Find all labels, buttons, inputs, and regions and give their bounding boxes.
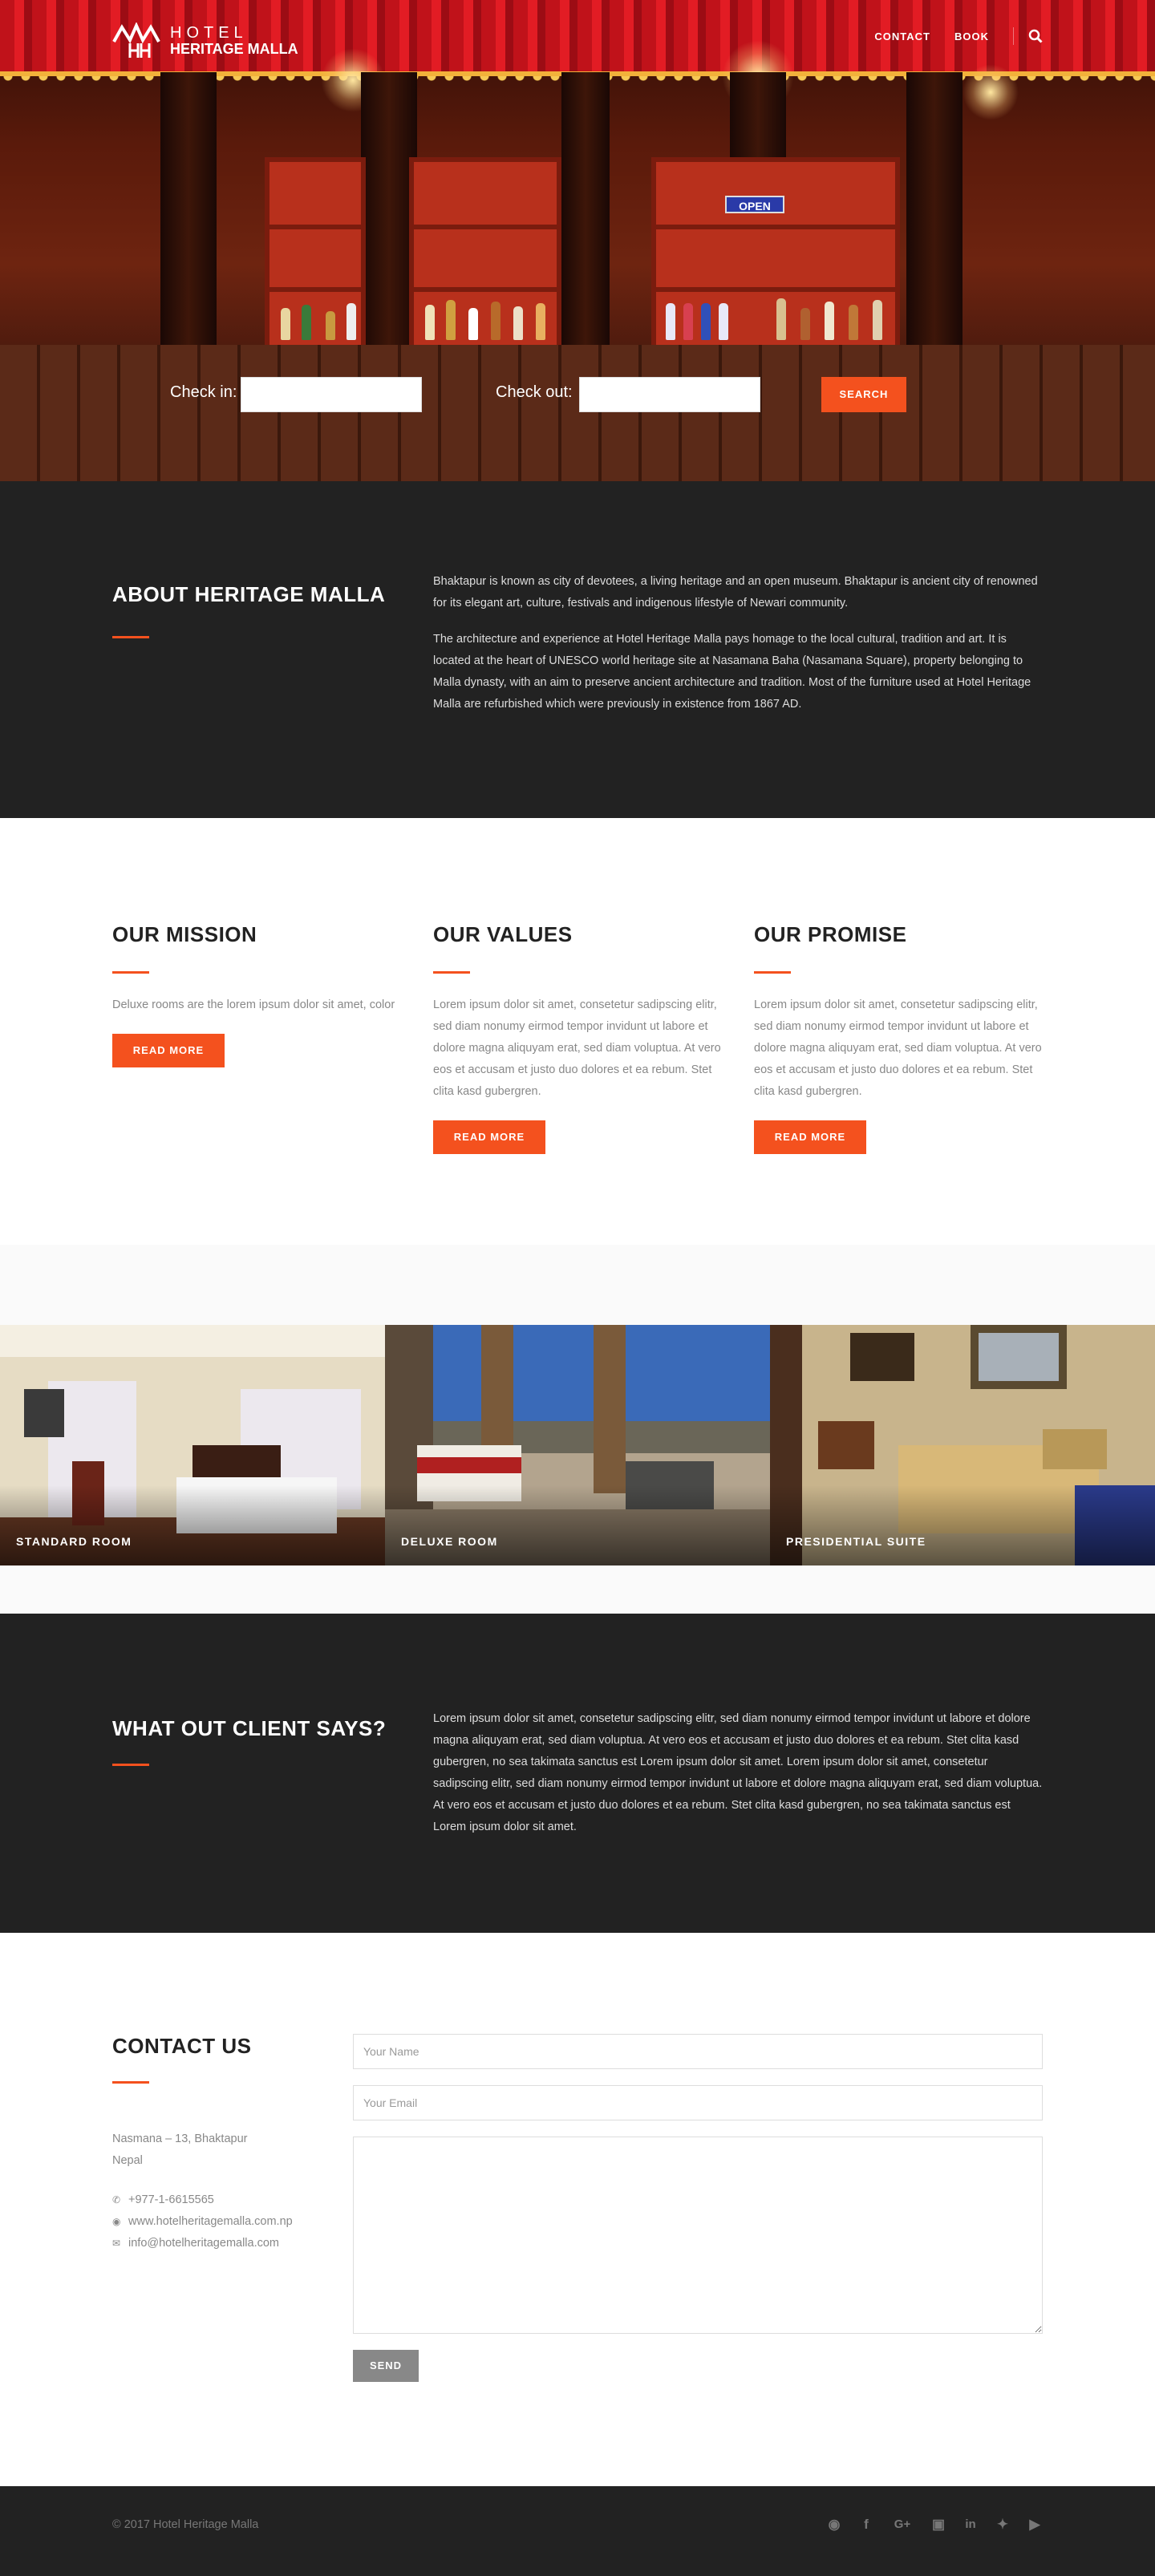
pillar (160, 72, 217, 377)
feature-title: OUR MISSION (112, 922, 257, 946)
search-icon[interactable] (1028, 29, 1043, 43)
address-line-2: Nepal (112, 2154, 143, 2167)
twitter-icon[interactable]: ✦ (995, 2517, 1011, 2533)
google-plus-icon[interactable]: G+ (890, 2517, 914, 2533)
contact-section: CONTACT US Nasmana – 13, Bhaktapur Nepal… (0, 1933, 1155, 2486)
room-card-presidential[interactable]: PRESIDENTIAL SUITE (770, 1325, 1155, 1565)
bottle-shelf (265, 157, 366, 350)
title-divider (112, 2081, 149, 2084)
name-input[interactable] (353, 2034, 1043, 2069)
feature-text: Lorem ipsum dolor sit amet, consetetur s… (433, 998, 721, 1098)
read-more-button[interactable]: READ MORE (112, 1034, 225, 1067)
contact-title: CONTACT US (112, 2034, 252, 2058)
social-links: ◉ f G+ ▣ in ✦ ▶ (826, 2517, 1043, 2533)
feature-values: OUR VALUES Lorem ipsum dolor sit amet, c… (433, 922, 754, 1154)
about-title: ABOUT HERITAGE MALLA (112, 582, 386, 606)
testimonial-text: Lorem ipsum dolor sit amet, consetetur s… (433, 1712, 1043, 1833)
email-value[interactable]: info@hotelheritagemalla.com (128, 2233, 279, 2254)
standard-room-photo (0, 1325, 385, 1565)
pillar (906, 72, 962, 377)
about-paragraph-1: Bhaktapur is known as city of devotees, … (433, 575, 1038, 610)
about-paragraph-2: The architecture and experience at Hotel… (433, 633, 1031, 711)
phone-row: ✆ +977-1-6615565 (112, 2189, 337, 2211)
room-card-standard[interactable]: STANDARD ROOM (0, 1325, 385, 1565)
contact-info: ✆ +977-1-6615565 ◉ www.hotelheritagemall… (112, 2189, 337, 2254)
checkout-label: Check out: (496, 383, 573, 401)
open-sign: OPEN (725, 196, 784, 213)
address: Nasmana – 13, Bhaktapur Nepal (112, 2128, 337, 2172)
title-divider (754, 971, 791, 974)
room-card-deluxe[interactable]: DELUXE ROOM (385, 1325, 770, 1565)
read-more-button[interactable]: READ MORE (754, 1120, 866, 1154)
nav-links: CONTACT BOOK (850, 27, 1043, 45)
phone-value: +977-1-6615565 (128, 2193, 214, 2206)
footer: © 2017 Hotel Heritage Malla ◉ f G+ ▣ in … (0, 2486, 1155, 2576)
deluxe-room-photo (385, 1325, 770, 1565)
copyright-text: © 2017 Hotel Heritage Malla (112, 2518, 259, 2531)
light-glow (962, 64, 1019, 120)
feature-title: OUR PROMISE (754, 922, 907, 946)
checkin-label: Check in: (170, 383, 237, 401)
instagram-icon[interactable]: ▣ (930, 2517, 946, 2533)
checkout-input[interactable] (579, 377, 760, 412)
about-section: ABOUT HERITAGE MALLA Bhaktapur is known … (0, 481, 1155, 818)
title-divider (433, 971, 470, 974)
dribbble-icon[interactable]: ◉ (826, 2517, 842, 2533)
address-line-1: Nasmana – 13, Bhaktapur (112, 2132, 248, 2145)
features-section: OUR MISSION Deluxe rooms are the lorem i… (0, 818, 1155, 1245)
bar-counter (0, 345, 1155, 481)
search-button[interactable]: SEARCH (821, 377, 906, 412)
logo[interactable]: HOTEL HERITAGE MALLA (112, 22, 298, 59)
read-more-button[interactable]: READ MORE (433, 1120, 545, 1154)
logo-line-hotel: HOTEL (170, 24, 248, 42)
facebook-icon[interactable]: f (858, 2517, 874, 2533)
feature-title: OUR VALUES (433, 922, 573, 946)
room-label: DELUXE ROOM (401, 1535, 498, 1548)
feature-text: Deluxe rooms are the lorem ipsum dolor s… (112, 998, 395, 1011)
bottle-shelf (651, 157, 900, 350)
rooms-section: STANDARD ROOM DELUXE ROOM PRESIDENTIAL S… (0, 1245, 1155, 1614)
feature-promise: OUR PROMISE Lorem ipsum dolor sit amet, … (754, 922, 1043, 1154)
testimonial-title: WHAT OUT CLIENT SAYS? (112, 1716, 387, 1740)
feature-mission: OUR MISSION Deluxe rooms are the lorem i… (112, 922, 433, 1154)
contact-form: SEND (353, 2034, 1043, 2382)
message-textarea[interactable] (353, 2137, 1043, 2334)
room-label: STANDARD ROOM (16, 1535, 132, 1548)
linkedin-icon[interactable]: in (962, 2517, 979, 2533)
testimonial-section: WHAT OUT CLIENT SAYS? Lorem ipsum dolor … (0, 1614, 1155, 1933)
nav-contact-link[interactable]: CONTACT (874, 30, 930, 43)
email-input[interactable] (353, 2085, 1043, 2120)
nav-separator (1013, 27, 1014, 45)
hero-section: OPEN HOTEL HERITAGE MALLA CONTACT BOOK C… (0, 0, 1155, 481)
navbar: HOTEL HERITAGE MALLA CONTACT BOOK (0, 0, 1155, 69)
logo-line-name: HERITAGE MALLA (170, 41, 298, 57)
nav-book-link[interactable]: BOOK (954, 30, 989, 43)
logo-mark-icon (112, 22, 160, 58)
title-divider (112, 1764, 149, 1766)
envelope-icon: ✉ (112, 2238, 121, 2249)
feature-text: Lorem ipsum dolor sit amet, consetetur s… (754, 998, 1042, 1098)
title-divider (112, 636, 149, 638)
room-label: PRESIDENTIAL SUITE (786, 1535, 926, 1548)
bottle-shelf (409, 157, 561, 350)
website-row[interactable]: ◉ www.hotelheritagemalla.com.np (112, 2211, 337, 2233)
globe-icon: ◉ (112, 2216, 121, 2227)
presidential-suite-photo (770, 1325, 1155, 1565)
email-row[interactable]: ✉ info@hotelheritagemalla.com (112, 2233, 337, 2254)
pillar (561, 72, 610, 377)
send-button[interactable]: SEND (353, 2350, 419, 2382)
title-divider (112, 971, 149, 974)
checkin-input[interactable] (241, 377, 422, 412)
youtube-icon[interactable]: ▶ (1027, 2517, 1043, 2533)
phone-icon: ✆ (112, 2194, 121, 2205)
website-value[interactable]: www.hotelheritagemalla.com.np (128, 2211, 293, 2233)
